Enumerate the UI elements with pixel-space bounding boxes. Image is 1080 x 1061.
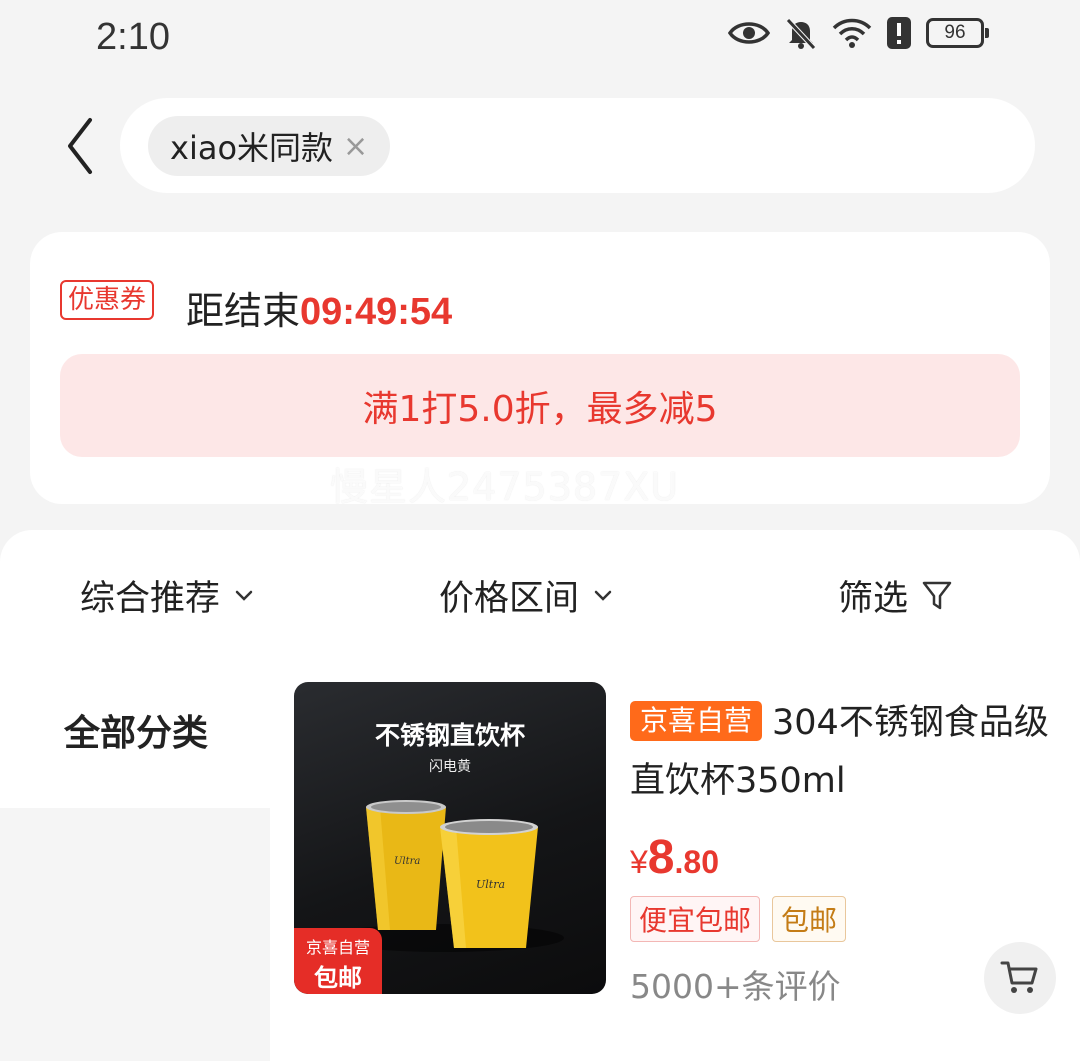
search-keyword-chip[interactable]: xiao米同款 × [148,116,391,176]
product-image[interactable]: 不锈钢直饮杯 闪电黄 Ultra Ultra 京喜自营 包邮 [294,682,606,994]
back-button[interactable] [54,110,104,182]
image-badge-store: 京喜自营 [305,938,370,957]
bell-mute-icon [786,18,816,50]
search-bar[interactable]: xiao米同款 × [120,98,1035,193]
countdown: 距结束 09:49:54 [186,280,452,335]
svg-text:Ultra: Ultra [476,878,505,891]
price-range-filter[interactable]: 价格区间 [439,570,613,621]
free-shipping-tag: 包邮 [772,896,847,942]
product-title[interactable]: 京喜自营 304不锈钢食品级直饮杯350ml [630,694,1050,810]
eye-icon [728,22,770,44]
clear-keyword-icon[interactable]: × [343,129,368,164]
price-decimal: .80 [674,844,719,880]
filter-icon [922,581,952,609]
status-time: 2:10 [96,16,170,58]
sidebar-empty-area [0,808,270,1061]
wifi-icon [832,18,872,48]
product-list-panel: 综合推荐 价格区间 筛选 全部分类 不锈钢直饮杯 闪电黄 Ultra Ultra… [0,530,1080,1061]
alert-icon [887,17,911,49]
sidebar-item-all-categories[interactable]: 全部分类 [0,652,270,808]
filter-label: 综合推荐 [80,579,221,619]
product-tags: 便宜包邮 包邮 [630,896,847,942]
cheap-free-shipping-tag: 便宜包邮 [630,896,761,942]
filter-button[interactable]: 筛选 [838,570,952,621]
chevron-down-icon [235,590,253,601]
countdown-label: 距结束 [186,289,301,333]
image-badge-shipping: 包邮 [314,964,362,992]
image-badge: 京喜自营 包邮 [294,928,382,994]
review-count: 5000+条评价 [630,967,841,1006]
product-price: ¥8.80 [630,830,719,885]
cart-icon [1000,961,1038,993]
sort-recommend-filter[interactable]: 综合推荐 [80,570,254,621]
status-icons: 96 [728,16,989,50]
category-sidebar: 全部分类 [0,652,270,1061]
battery-icon: 96 [926,18,989,48]
coupon-offer-banner[interactable]: 满1打5.0折，最多减5 [60,354,1020,457]
search-keyword: xiao米同款 [170,129,334,167]
add-to-cart-button[interactable] [984,942,1056,1014]
chevron-left-icon [68,118,92,174]
svg-text:Ultra: Ultra [394,856,420,867]
coupon-tag: 优惠券 [60,280,155,320]
watermark: 慢星人2475387XU [330,465,680,509]
price-integer: 8 [647,831,675,884]
status-bar: 2:10 96 [0,0,1080,80]
filter-label: 筛选 [838,579,909,619]
countdown-time: 09:49:54 [300,291,453,333]
price-symbol: ¥ [630,844,648,880]
filter-label: 价格区间 [439,579,580,619]
store-tag: 京喜自营 [630,701,763,741]
chevron-down-icon [594,590,612,601]
